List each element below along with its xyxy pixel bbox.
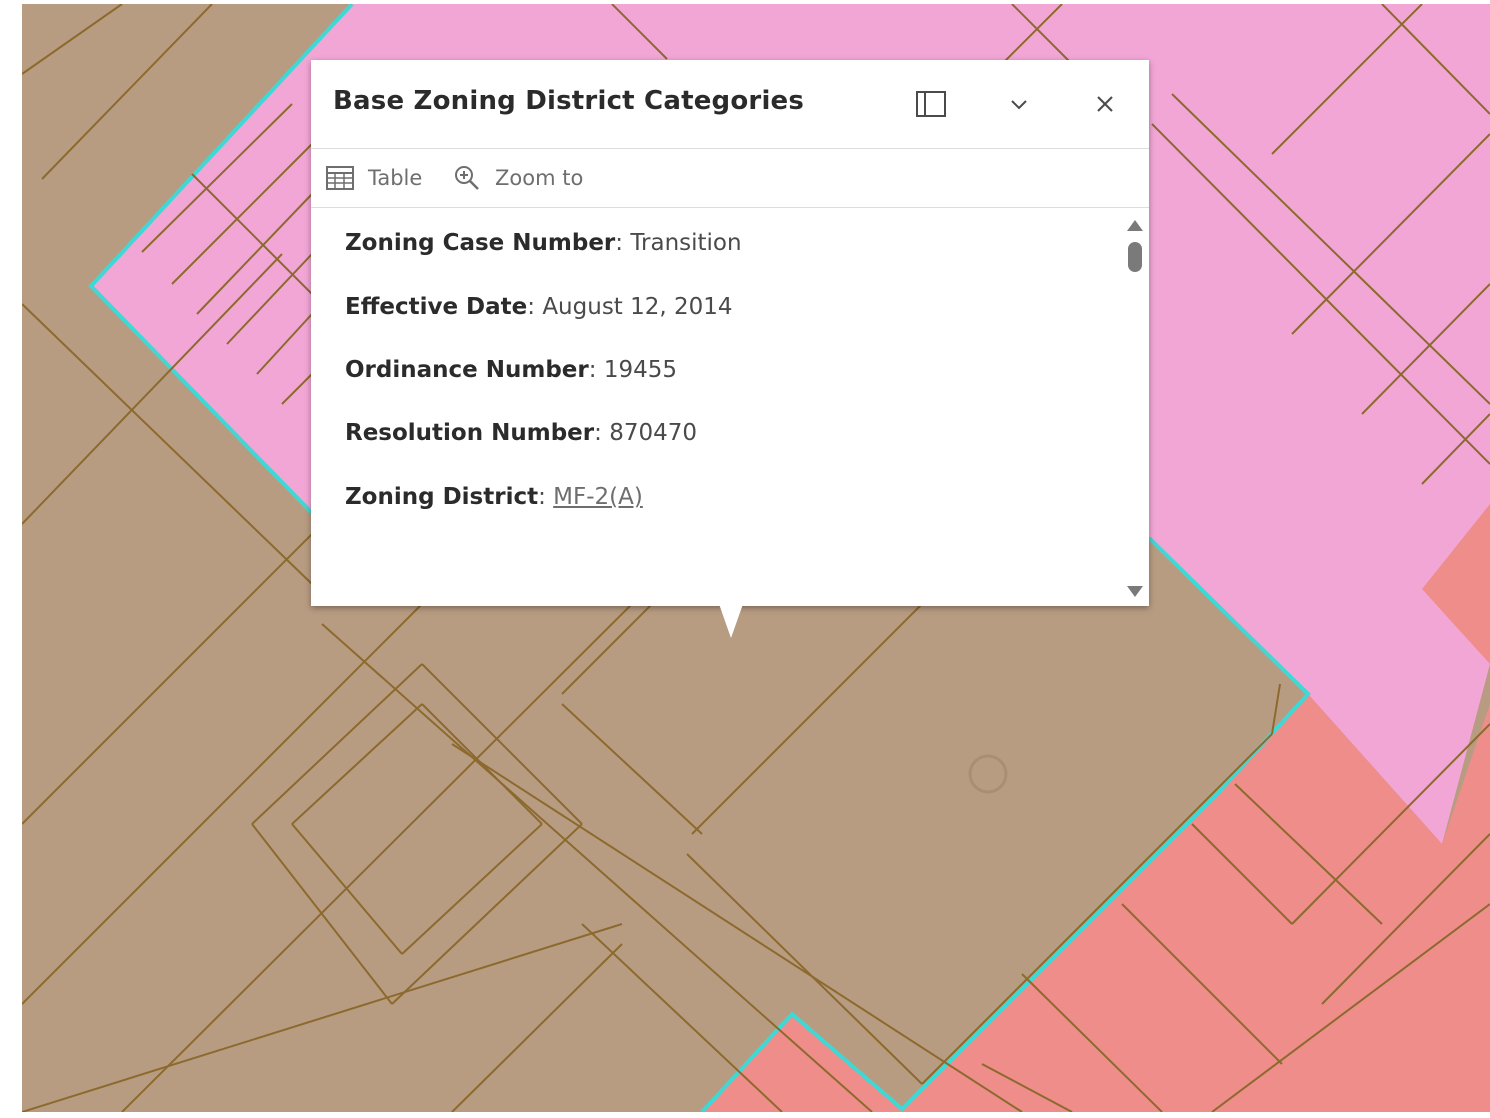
popup-action-bar: Table Zoom to — [311, 149, 1149, 208]
table-action[interactable]: Table — [326, 163, 422, 193]
scroll-up-arrow-icon[interactable] — [1127, 220, 1143, 231]
dock-button[interactable] — [915, 88, 947, 120]
field-separator: : — [615, 230, 631, 256]
field-value: August 12, 2014 — [542, 294, 733, 320]
field-label: Resolution Number — [345, 420, 595, 446]
scroll-thumb[interactable] — [1128, 242, 1142, 272]
chevron-down-icon — [1011, 100, 1027, 110]
feature-popup: Base Zoning District Categories Table Zo… — [311, 60, 1149, 606]
field-label: Zoning District — [345, 484, 539, 510]
field-separator: : — [538, 484, 554, 510]
field-separator: : — [527, 294, 543, 320]
field-value: 19455 — [603, 357, 677, 383]
field-separator: : — [588, 357, 604, 383]
field-resolution-number: Resolution Number: 870470 — [345, 420, 697, 446]
table-icon — [326, 166, 354, 190]
close-icon — [1097, 96, 1113, 112]
field-value: Transition — [630, 230, 742, 256]
close-button[interactable] — [1089, 88, 1121, 120]
zoom-to-action[interactable]: Zoom to — [453, 163, 583, 193]
zoom-to-label: Zoom to — [495, 166, 584, 190]
popup-scrollbar[interactable] — [1125, 216, 1145, 600]
field-label: Effective Date — [345, 294, 528, 320]
field-ordinance-number: Ordinance Number: 19455 — [345, 357, 677, 383]
collapse-button[interactable] — [1003, 88, 1035, 120]
table-action-label: Table — [368, 166, 423, 190]
zoom-in-icon — [455, 166, 479, 190]
popup-content[interactable]: Zoning Case Number: Transition Effective… — [311, 208, 1149, 606]
field-value: 870470 — [609, 420, 697, 446]
field-effective-date: Effective Date: August 12, 2014 — [345, 294, 733, 320]
field-zoning-district: Zoning District: MF-2(A) — [345, 484, 643, 510]
dock-icon — [916, 91, 946, 117]
scroll-down-arrow-icon[interactable] — [1127, 586, 1143, 597]
popup-pointer — [719, 604, 743, 638]
field-label: Zoning Case Number — [345, 230, 616, 256]
field-label: Ordinance Number — [345, 357, 589, 383]
location-marker — [968, 754, 1008, 794]
popup-header: Base Zoning District Categories — [311, 60, 1149, 149]
popup-title: Base Zoning District Categories — [333, 86, 805, 116]
field-zoning-case-number: Zoning Case Number: Transition — [345, 230, 742, 256]
zoning-district-link[interactable]: MF-2(A) — [553, 484, 643, 510]
field-separator: : — [594, 420, 610, 446]
